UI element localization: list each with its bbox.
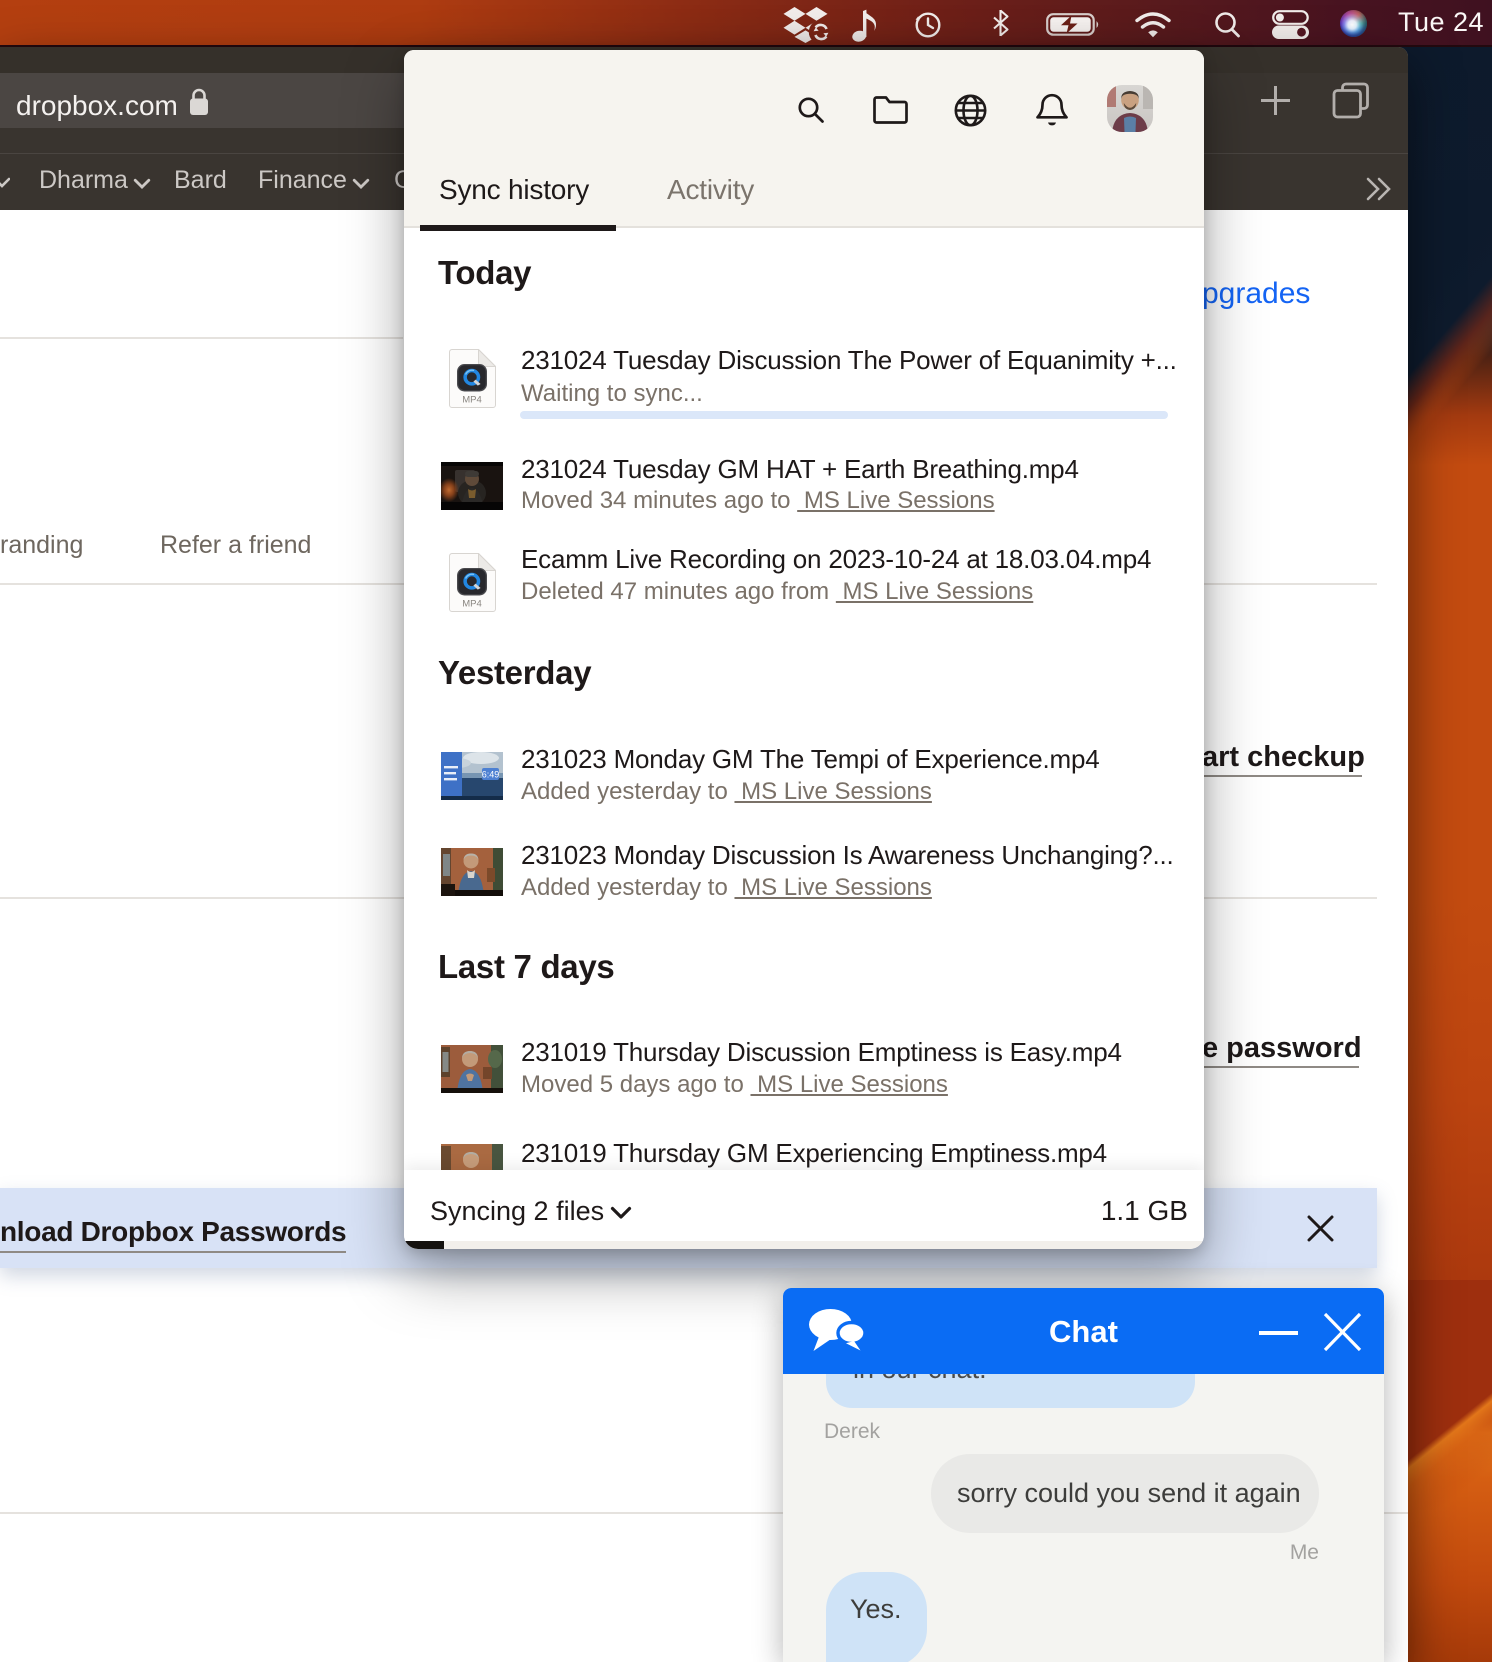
svg-text:6:49: 6:49	[482, 770, 500, 780]
